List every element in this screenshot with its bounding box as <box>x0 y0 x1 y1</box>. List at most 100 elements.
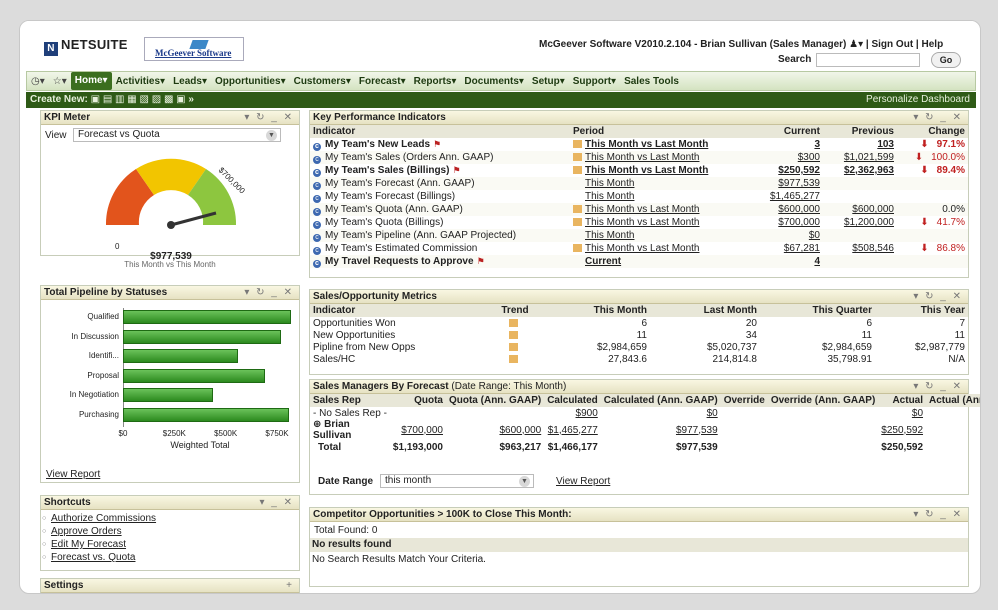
nav-activities[interactable]: Activities▾ <box>112 76 170 87</box>
kpi-row[interactable]: c My Team's Forecast (Ann. GAAP) This Mont… <box>310 177 968 190</box>
portlet-controls[interactable]: ▾ ↻ _ ✕ <box>913 380 963 394</box>
kpi-row[interactable]: c My Team's Quota (Billings) This Month vs… <box>310 216 968 229</box>
kpi-period-label[interactable]: This Month vs Last Month <box>585 217 700 228</box>
nav-forecast[interactable]: Forecast▾ <box>355 76 410 87</box>
kpi-previous-value[interactable]: $508,546 <box>852 243 894 254</box>
kpi-row[interactable]: c My Team's Sales (Orders Ann. GAAP) This … <box>310 151 968 164</box>
nav-sales-tools[interactable]: Sales Tools <box>620 76 683 87</box>
info-icon[interactable]: c <box>313 207 321 216</box>
kpi-previous-value[interactable]: 103 <box>877 139 894 150</box>
col-current[interactable]: Current <box>755 125 823 138</box>
smf-cell[interactable]: $1,465,277 <box>544 419 601 441</box>
kpi-previous-cell[interactable]: $508,546 <box>823 242 897 255</box>
info-icon[interactable]: c <box>313 259 321 268</box>
smf-cell[interactable]: $600,000 <box>446 419 544 441</box>
smf-col-header[interactable]: Quota <box>389 394 446 407</box>
trend-icon[interactable] <box>573 166 582 174</box>
smf-cell[interactable]: $700,000 <box>390 419 446 441</box>
go-button[interactable]: Go <box>931 52 961 68</box>
col-change[interactable]: Change <box>897 125 968 138</box>
kpi-period-label[interactable]: This Month <box>585 191 634 202</box>
kpi-current-value[interactable]: 4 <box>814 256 820 267</box>
trend-icon[interactable] <box>573 205 582 213</box>
smf-col-header[interactable]: Calculated <box>544 394 601 407</box>
kpi-row[interactable]: c My Team's Sales (Billings) ⚑ This Month v… <box>310 164 968 177</box>
portlet-controls[interactable]: ▾ ↻ _ ✕ <box>244 286 294 300</box>
shortcut-item[interactable]: Authorize Commissions <box>41 512 299 525</box>
metrics-row[interactable]: New Opportunities 11 34 11 11 <box>310 329 968 341</box>
portlet-controls[interactable]: ▾ ↻ _ ✕ <box>913 508 963 522</box>
view-report-link[interactable]: View Report <box>46 469 100 480</box>
kpi-period-label[interactable]: This Month <box>585 178 634 189</box>
smf-cell[interactable]: $900 <box>544 407 601 419</box>
metrics-row[interactable]: Pipline from New Opps $2,984,659 $5,020,73… <box>310 341 968 353</box>
view-select[interactable]: Forecast vs Quota ▼ <box>73 128 281 142</box>
pipeline-bar[interactable] <box>123 310 291 324</box>
kpi-previous-cell[interactable] <box>823 229 897 242</box>
kpi-previous-cell[interactable]: $600,000 <box>823 203 897 216</box>
shortcut-item[interactable]: Edit My Forecast <box>41 538 299 551</box>
smf-row[interactable]: ⊕ Brian Sullivan $700,000 $600,000 $1,465,2… <box>310 419 980 441</box>
smf-view-report-link[interactable]: View Report <box>556 476 610 487</box>
kpi-period-label[interactable]: This Month vs Last Month <box>585 165 708 176</box>
col-previous[interactable]: Previous <box>823 125 897 138</box>
kpi-period-label[interactable]: This Month vs Last Month <box>585 139 708 150</box>
smf-cell[interactable]: $977,539 <box>601 419 721 441</box>
kpi-previous-value[interactable]: $2,362,963 <box>844 165 894 176</box>
pipeline-bar[interactable] <box>123 349 238 363</box>
pipeline-bar[interactable] <box>123 407 290 422</box>
trend-icon[interactable] <box>573 153 582 161</box>
trend-icon[interactable] <box>509 354 518 363</box>
nav-reports[interactable]: Reports▾ <box>410 76 461 87</box>
kpi-previous-cell[interactable]: $2,362,963 <box>823 164 897 177</box>
favorites-icon[interactable]: ☆▾ <box>49 76 71 87</box>
expand-icon[interactable]: + <box>286 579 294 593</box>
shortcut-item[interactable]: Approve Orders <box>41 525 299 538</box>
smf-cell[interactable]: $250,592 <box>878 419 926 441</box>
info-icon[interactable]: c <box>313 142 321 151</box>
kpi-current-cell[interactable]: $250,592 <box>755 164 823 177</box>
kpi-period-label[interactable]: This Month <box>585 230 634 241</box>
metric-trend-cell[interactable] <box>490 341 540 353</box>
kpi-current-cell[interactable]: 4 <box>755 255 823 268</box>
smf-row[interactable]: - No Sales Rep - $900 $0 $0 <box>310 407 980 419</box>
kpi-current-cell[interactable]: $600,000 <box>755 203 823 216</box>
smf-cell[interactable]: $300 <box>926 419 980 441</box>
smf-col-header[interactable]: Override (Ann. GAAP) <box>767 394 879 407</box>
col-indicator[interactable]: Indicator <box>310 125 570 138</box>
kpi-current-value[interactable]: $67,281 <box>784 243 820 254</box>
trend-icon[interactable] <box>509 330 518 339</box>
partner-logo[interactable]: McGeever Software <box>144 37 244 61</box>
kpi-current-value[interactable]: $700,000 <box>778 217 820 228</box>
kpi-period-label[interactable]: This Month vs Last Month <box>585 243 700 254</box>
pipeline-bar[interactable] <box>123 368 265 383</box>
nav-setup[interactable]: Setup▾ <box>528 76 569 87</box>
kpi-current-value[interactable]: $0 <box>809 230 820 241</box>
kpi-current-value[interactable]: $300 <box>798 152 820 163</box>
search-input[interactable] <box>816 53 920 67</box>
nav-leads[interactable]: Leads▾ <box>169 76 211 87</box>
shortcut-item[interactable]: Forecast vs. Quota <box>41 551 299 564</box>
kpi-current-cell[interactable]: $300 <box>755 151 823 164</box>
kpi-previous-cell[interactable] <box>823 177 897 190</box>
user-icon[interactable]: ♟▾ <box>849 39 863 50</box>
smf-col-header[interactable]: Sales Rep <box>310 394 390 407</box>
kpi-row[interactable]: c My Travel Requests to Approve ⚑ Current 4 <box>310 255 968 268</box>
kpi-current-cell[interactable]: 3 <box>755 138 823 151</box>
personalize-dashboard-link[interactable]: Personalize Dashboard <box>866 92 970 108</box>
info-icon[interactable]: c <box>313 246 321 255</box>
info-icon[interactable]: c <box>313 220 321 229</box>
kpi-current-value[interactable]: $600,000 <box>778 204 820 215</box>
portlet-controls[interactable]: ▾ _ ✕ <box>259 496 294 510</box>
kpi-previous-value[interactable]: $1,021,599 <box>844 152 894 163</box>
portlet-controls[interactable]: ▾ ↻ _ ✕ <box>913 111 963 125</box>
pipeline-bar[interactable] <box>123 388 214 402</box>
metric-trend-cell[interactable] <box>490 317 540 329</box>
kpi-period-label[interactable]: This Month vs Last Month <box>585 204 700 215</box>
kpi-current-cell[interactable]: $67,281 <box>755 242 823 255</box>
nav-support[interactable]: Support▾ <box>569 76 620 87</box>
pipeline-bar[interactable] <box>123 329 282 344</box>
info-icon[interactable]: c <box>313 181 321 190</box>
kpi-previous-cell[interactable] <box>823 190 897 203</box>
portlet-header[interactable]: Settings + <box>41 579 299 593</box>
